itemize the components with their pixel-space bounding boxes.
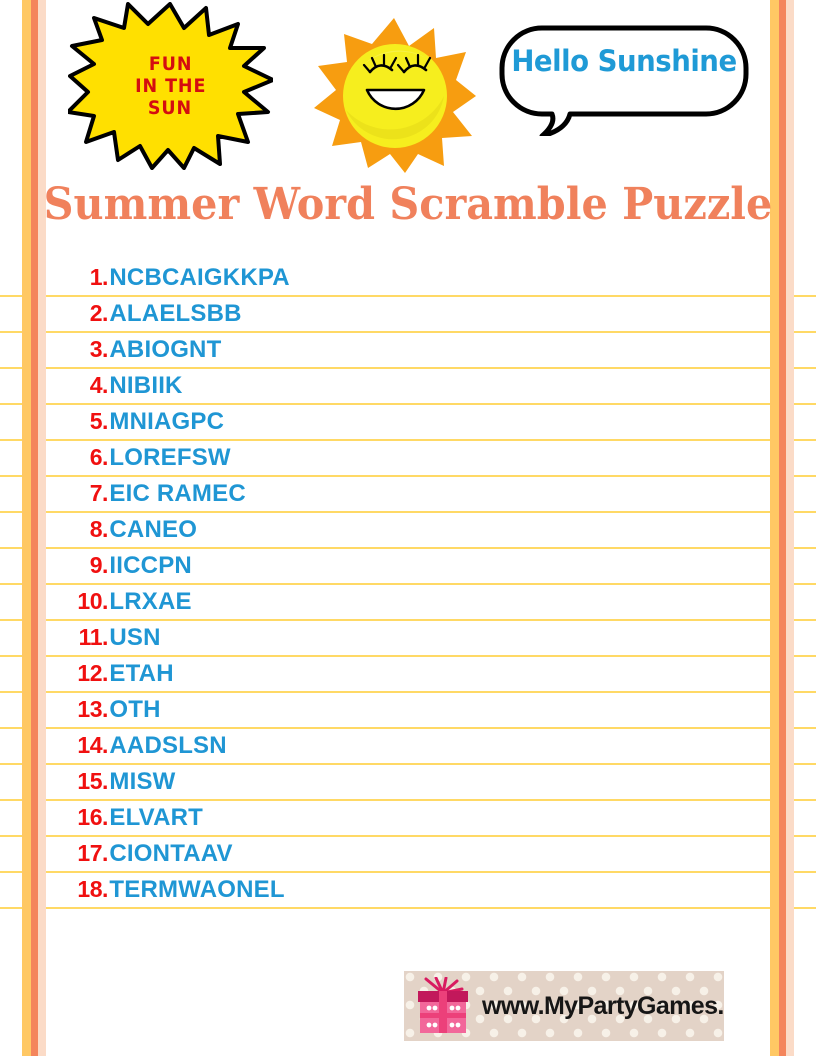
- scrambled-word: NIBIIK: [109, 372, 183, 399]
- scrambled-word: CIONTAAV: [109, 840, 233, 867]
- word-number: 5: [89, 408, 103, 434]
- scrambled-word: OTH: [109, 696, 161, 723]
- word-number-separator: .: [102, 336, 109, 362]
- word-list-item[interactable]: 16. ELVART: [72, 804, 672, 840]
- word-number-separator: .: [102, 624, 109, 650]
- scrambled-word-list: 1. NCBCAIGKKPA 2. ALAELSBB 3. ABIOGNT 4. NIBIIK…: [72, 264, 672, 912]
- word-list-item[interactable]: 2. ALAELSBB: [72, 300, 672, 336]
- watermark-url: www.MyPartyGames.com: [482, 991, 724, 1020]
- site-watermark[interactable]: www.MyPartyGames.com: [404, 971, 724, 1041]
- word-list-item[interactable]: 12. ETAH: [72, 660, 672, 696]
- word-list-item[interactable]: 3. ABIOGNT: [72, 336, 672, 372]
- word-list-item[interactable]: 4. NIBIIK: [72, 372, 672, 408]
- word-number-separator: .: [102, 768, 109, 794]
- fun-in-the-sun-burst: FUN IN THE SUN: [68, 2, 273, 170]
- scrambled-word: MISW: [109, 768, 176, 795]
- word-list-item[interactable]: 17. CIONTAAV: [72, 840, 672, 876]
- starburst-icon: [68, 2, 273, 170]
- scrambled-word: ETAH: [109, 660, 174, 687]
- word-list-item[interactable]: 6. LOREFSW: [72, 444, 672, 480]
- word-number: 13: [77, 696, 102, 722]
- scrambled-word: ALAELSBB: [109, 300, 242, 327]
- word-number: 4: [89, 372, 103, 398]
- word-number: 1: [89, 264, 103, 290]
- scrambled-word: TERMWAONEL: [109, 876, 285, 903]
- word-number: 10: [77, 588, 102, 614]
- word-number: 17: [77, 840, 102, 866]
- word-list-item[interactable]: 11. USN: [72, 624, 672, 660]
- word-number-separator: .: [102, 480, 109, 506]
- word-number: 9: [89, 552, 103, 578]
- header-artwork: FUN IN THE SUN Hello Sunshine: [0, 0, 816, 175]
- word-number-separator: .: [102, 588, 109, 614]
- word-number-separator: .: [102, 264, 109, 290]
- word-number: 14: [77, 732, 102, 758]
- smiling-sun: [312, 16, 477, 174]
- word-number-separator: .: [102, 840, 109, 866]
- scrambled-word: EIC RAMEC: [109, 480, 246, 507]
- word-number: 12: [77, 660, 102, 686]
- scrambled-word: USN: [109, 624, 161, 651]
- word-number: 2: [89, 300, 103, 326]
- word-number-separator: .: [102, 516, 109, 542]
- word-number: 16: [77, 804, 102, 830]
- word-list-item[interactable]: 15. MISW: [72, 768, 672, 804]
- word-list-item[interactable]: 13. OTH: [72, 696, 672, 732]
- word-list-item[interactable]: 7. EIC RAMEC: [72, 480, 672, 516]
- word-number: 11: [78, 624, 103, 650]
- scrambled-word: NCBCAIGKKPA: [109, 264, 290, 291]
- word-number-separator: .: [102, 300, 109, 326]
- word-number: 15: [77, 768, 102, 794]
- word-number: 7: [89, 480, 103, 506]
- scrambled-word: LRXAE: [109, 588, 192, 615]
- page-title: Summer Word Scramble Puzzle: [43, 179, 773, 230]
- scrambled-word: ELVART: [109, 804, 204, 831]
- word-number: 18: [77, 876, 102, 902]
- gift-box-icon: [418, 977, 468, 1033]
- word-list-item[interactable]: 1. NCBCAIGKKPA: [72, 264, 672, 300]
- word-number: 6: [89, 444, 103, 470]
- word-number-separator: .: [102, 408, 109, 434]
- scrambled-word: IICCPN: [109, 552, 192, 579]
- word-number-separator: .: [102, 372, 109, 398]
- puzzle-page: FUN IN THE SUN Hello Sunshine Summer Wor…: [0, 0, 816, 1056]
- scrambled-word: ABIOGNT: [109, 336, 222, 363]
- word-number-separator: .: [102, 804, 109, 830]
- word-number: 3: [89, 336, 103, 362]
- scrambled-word: CANEO: [109, 516, 198, 543]
- word-number-separator: .: [102, 876, 109, 902]
- word-list-item[interactable]: 9. IICCPN: [72, 552, 672, 588]
- scrambled-word: AADSLSN: [109, 732, 227, 759]
- smiling-sun-icon: [314, 18, 476, 173]
- word-list-item[interactable]: 8. CANEO: [72, 516, 672, 552]
- word-number-separator: .: [102, 444, 109, 470]
- word-list-item[interactable]: 14. AADSLSN: [72, 732, 672, 768]
- word-list-item[interactable]: 5. MNIAGPC: [72, 408, 672, 444]
- word-number: 8: [89, 516, 103, 542]
- word-number-separator: .: [102, 732, 109, 758]
- word-number-separator: .: [102, 660, 109, 686]
- word-number-separator: .: [102, 552, 109, 578]
- speech-bubble-icon: [499, 25, 749, 136]
- hello-sunshine-bubble: Hello Sunshine: [498, 24, 750, 136]
- word-number-separator: .: [102, 696, 109, 722]
- word-list-item[interactable]: 18. TERMWAONEL: [72, 876, 672, 912]
- scrambled-word: LOREFSW: [109, 444, 231, 471]
- scrambled-word: MNIAGPC: [109, 408, 225, 435]
- word-list-item[interactable]: 10. LRXAE: [72, 588, 672, 624]
